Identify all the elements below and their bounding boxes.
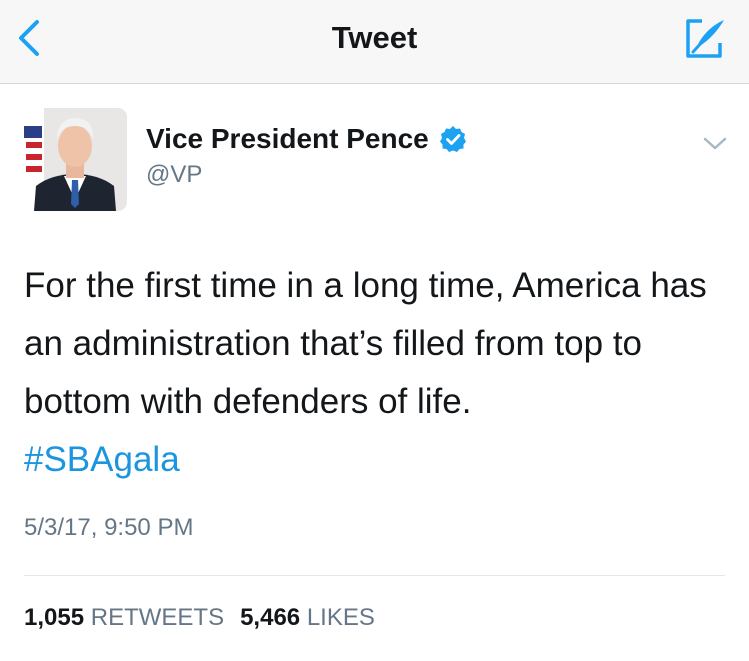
likes-label: LIKES <box>306 604 375 631</box>
tweet-stats: 1,055 RETWEETS 5,466 LIKES <box>24 604 375 632</box>
verified-badge-icon <box>439 126 466 152</box>
tweet-text: For the first time in a long time, Ameri… <box>24 266 707 421</box>
retweets-stat[interactable]: 1,055 RETWEETS <box>24 604 224 632</box>
tweet-menu-button[interactable] <box>702 136 728 152</box>
likes-count: 5,466 <box>240 604 301 631</box>
nav-bar: Tweet <box>0 0 749 84</box>
tweet-timestamp: 5/3/17, 9:50 PM <box>24 514 194 541</box>
avatar[interactable] <box>24 108 127 211</box>
retweets-count: 1,055 <box>24 604 85 631</box>
likes-stat[interactable]: 5,466 LIKES <box>240 604 375 632</box>
chevron-down-icon <box>703 137 727 150</box>
retweets-label: RETWEETS <box>90 604 225 631</box>
author-name[interactable]: Vice President Pence <box>146 123 467 155</box>
compose-tweet-icon <box>686 19 724 58</box>
page-title: Tweet <box>331 20 418 55</box>
divider <box>24 575 725 576</box>
compose-button[interactable] <box>682 16 728 62</box>
author-name-text: Vice President Pence <box>146 123 429 154</box>
hashtag-link[interactable]: #SBAgala <box>24 431 180 489</box>
author-handle[interactable]: @VP <box>146 161 202 189</box>
